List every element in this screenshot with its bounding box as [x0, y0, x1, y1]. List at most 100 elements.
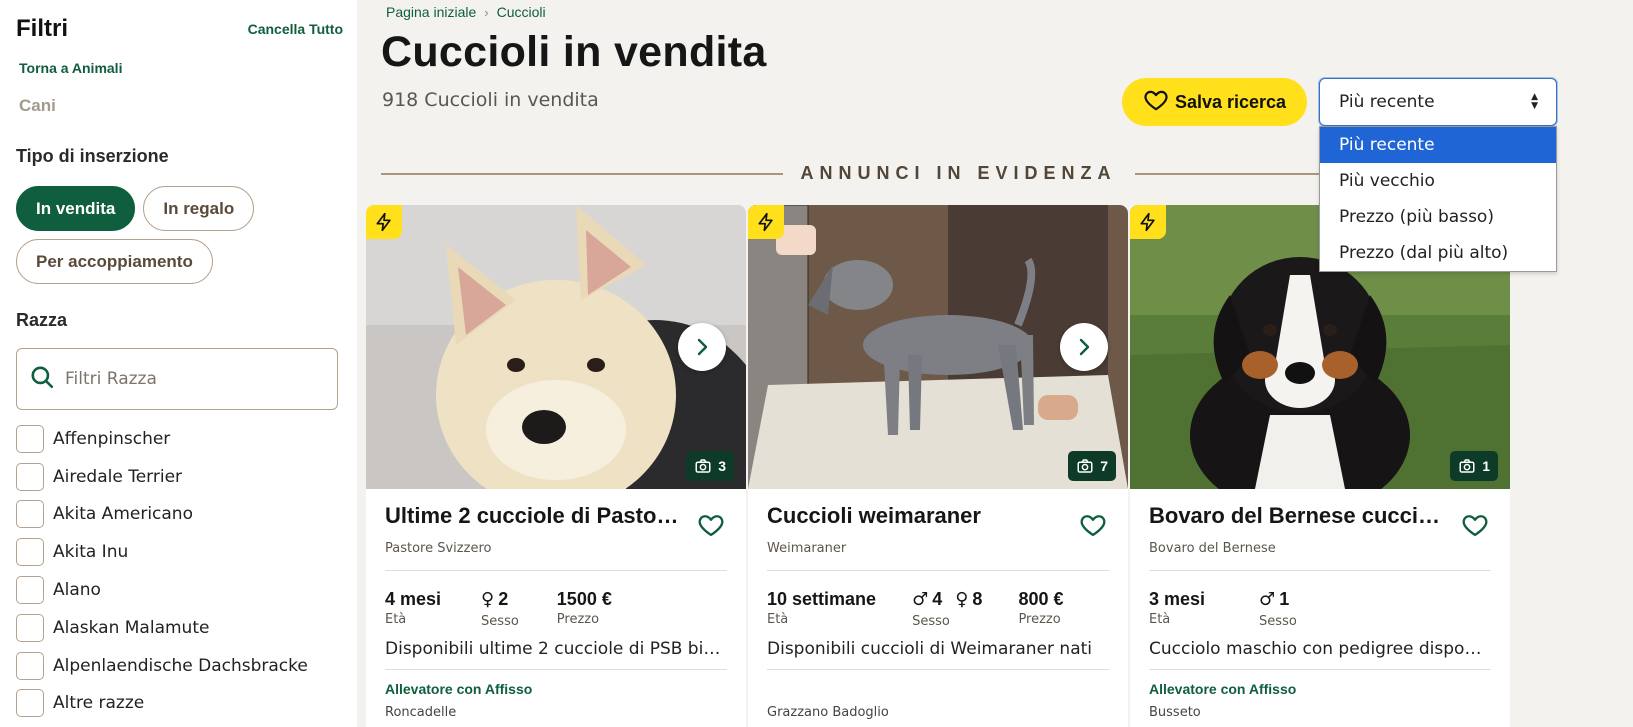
breed-option[interactable]: Akita Americano: [16, 496, 341, 534]
breed-label: Alano: [53, 580, 101, 601]
featured-bolt-icon: [748, 205, 784, 239]
breed-checkbox[interactable]: [16, 651, 44, 680]
listing-type-chips: In vendita In regalo Per accoppiamento: [16, 186, 326, 284]
breed-search-box[interactable]: [16, 348, 338, 410]
listing-card[interactable]: 7 Cuccioli weimaraner Weimaraner 10 sett…: [748, 205, 1128, 727]
seller-type: [767, 681, 1109, 699]
price-label: Prezzo: [1018, 612, 1061, 627]
breed-label: Alpenlaendische Dachsbracke: [53, 655, 308, 676]
save-search-button[interactable]: Salva ricerca: [1122, 78, 1307, 126]
photo-count-badge: 7: [1068, 451, 1116, 481]
favorite-heart-icon[interactable]: [1461, 511, 1489, 539]
breed-search-input[interactable]: [65, 369, 305, 389]
breed-checkbox[interactable]: [16, 500, 44, 529]
price-label: Prezzo: [556, 612, 600, 627]
search-icon: [29, 364, 55, 394]
camera-icon: [1459, 459, 1475, 473]
listing-photo[interactable]: 7: [748, 205, 1128, 489]
divider-line: [381, 172, 783, 175]
gender-label: Sesso: [1259, 614, 1297, 629]
female-icon: ♀: [481, 589, 495, 610]
listing-description: Cucciolo maschio con pedigree disponibil…: [1149, 639, 1491, 659]
chip-per-accoppiamento[interactable]: Per accoppiamento: [16, 239, 213, 284]
age-value: 4 mesi: [385, 589, 442, 609]
listing-description: Disponibili cuccioli di Weimaraner nati: [767, 639, 1093, 659]
filters-title: Filtri: [16, 15, 68, 42]
favorite-heart-icon[interactable]: [697, 511, 725, 539]
sort-option[interactable]: Più recente: [1320, 127, 1556, 163]
listing-location: Roncadelle: [385, 705, 457, 720]
card-divider: [385, 570, 727, 571]
breed-list: Affenpinscher Airedale Terrier Akita Ame…: [16, 420, 341, 722]
favorite-heart-icon[interactable]: [1079, 511, 1107, 539]
age-value: 10 settimane: [767, 589, 877, 609]
breed-option[interactable]: Airedale Terrier: [16, 458, 341, 496]
breed-checkbox[interactable]: [16, 613, 44, 642]
breed-option[interactable]: Alpenlaendische Dachsbracke: [16, 647, 341, 685]
photo-count-badge: 3: [686, 451, 734, 481]
clear-all-link[interactable]: Cancella Tutto: [248, 21, 343, 37]
back-to-animals-link[interactable]: Torna a Animali: [19, 60, 341, 86]
breed-option[interactable]: Akita Inu: [16, 533, 341, 571]
listing-title[interactable]: Cuccioli weimaraner: [767, 503, 1067, 529]
card-divider: [1149, 669, 1491, 670]
breadcrumb-puppies-link[interactable]: Cuccioli: [497, 4, 546, 20]
chip-in-vendita[interactable]: In vendita: [16, 186, 136, 231]
listing-type-heading: Tipo di inserzione: [16, 146, 169, 166]
photo-count: 3: [718, 458, 726, 474]
breed-checkbox[interactable]: [16, 689, 44, 718]
listing-description: Disponibili ultime 2 cucciole di PSB bia…: [385, 639, 727, 659]
breadcrumb-separator-icon: ›: [484, 4, 489, 20]
listing-stats: 10 settimane Età ♂ 4 ♀ 8 Sesso 800 € Prezz…: [767, 589, 1109, 629]
sort-select[interactable]: Più recente ▲ ▼: [1319, 78, 1557, 126]
breed-checkbox[interactable]: [16, 462, 44, 491]
next-photo-button[interactable]: [678, 323, 726, 371]
sort-option[interactable]: Prezzo (più basso): [1320, 199, 1556, 235]
breed-label: Affenpinscher: [53, 428, 171, 449]
age-label: Età: [385, 612, 407, 627]
breed-option[interactable]: Altre razze: [16, 685, 341, 723]
price-value: 1500 €: [556, 589, 612, 609]
breed-option[interactable]: Alaskan Malamute: [16, 609, 341, 647]
card-divider: [767, 570, 1109, 571]
breed-checkbox[interactable]: [16, 538, 44, 567]
breed-option[interactable]: Alano: [16, 571, 341, 609]
breed-option[interactable]: Affenpinscher: [16, 420, 341, 458]
listing-stats: 4 mesi Età ♀ 2 Sesso 1500 € Prezzo: [385, 589, 727, 629]
listing-title[interactable]: Bovaro del Bernese cucciolo maschio: [1149, 503, 1449, 529]
listing-breed: Bovaro del Bernese: [1149, 541, 1276, 556]
listing-title[interactable]: Ultime 2 cucciole di Pastore Svizzero: [385, 503, 685, 529]
breed-label: Airedale Terrier: [53, 466, 183, 487]
breed-label: Akita Inu: [53, 542, 129, 563]
sort-option[interactable]: Più vecchio: [1320, 163, 1556, 199]
male-count: 1: [1279, 589, 1290, 609]
breed-checkbox[interactable]: [16, 576, 44, 605]
featured-bolt-icon: [1130, 205, 1166, 239]
gender-label: Sesso: [912, 614, 950, 629]
listing-card[interactable]: 3 Ultime 2 cucciole di Pastore Svizzero …: [366, 205, 746, 727]
breadcrumb-home-link[interactable]: Pagina iniziale: [386, 4, 476, 20]
breed-checkbox[interactable]: [16, 424, 44, 453]
age-value: 3 mesi: [1149, 589, 1206, 609]
price-value: 800 €: [1018, 589, 1064, 609]
category-label: Cani: [19, 96, 56, 115]
listing-card[interactable]: 1 Bovaro del Bernese cucciolo maschio Bo…: [1130, 205, 1510, 727]
listing-breed: Weimaraner: [767, 541, 847, 556]
featured-label: ANNUNCI IN EVIDENZA: [800, 163, 1117, 183]
page-title: Cuccioli in vendita: [381, 28, 767, 76]
filters-header: Filtri Cancella Tutto: [16, 0, 343, 58]
heart-icon: [1143, 87, 1169, 118]
next-photo-button[interactable]: [1060, 323, 1108, 371]
listing-photo[interactable]: 3: [366, 205, 746, 489]
sort-option[interactable]: Prezzo (dal più alto): [1320, 235, 1556, 271]
gender-label: Sesso: [481, 614, 519, 629]
breadcrumb: Pagina iniziale › Cuccioli: [386, 4, 546, 20]
male-count: 4: [932, 589, 943, 609]
card-divider: [385, 669, 727, 670]
male-icon: ♂: [912, 589, 929, 610]
breed-heading: Razza: [16, 310, 68, 330]
chip-in-regalo[interactable]: In regalo: [143, 186, 255, 231]
seller-type: Allevatore con Affisso: [1149, 681, 1297, 697]
sort-selected-value: Più recente: [1339, 92, 1435, 112]
listing-stats: 3 mesi Età ♂ 1 Sesso: [1149, 589, 1491, 629]
